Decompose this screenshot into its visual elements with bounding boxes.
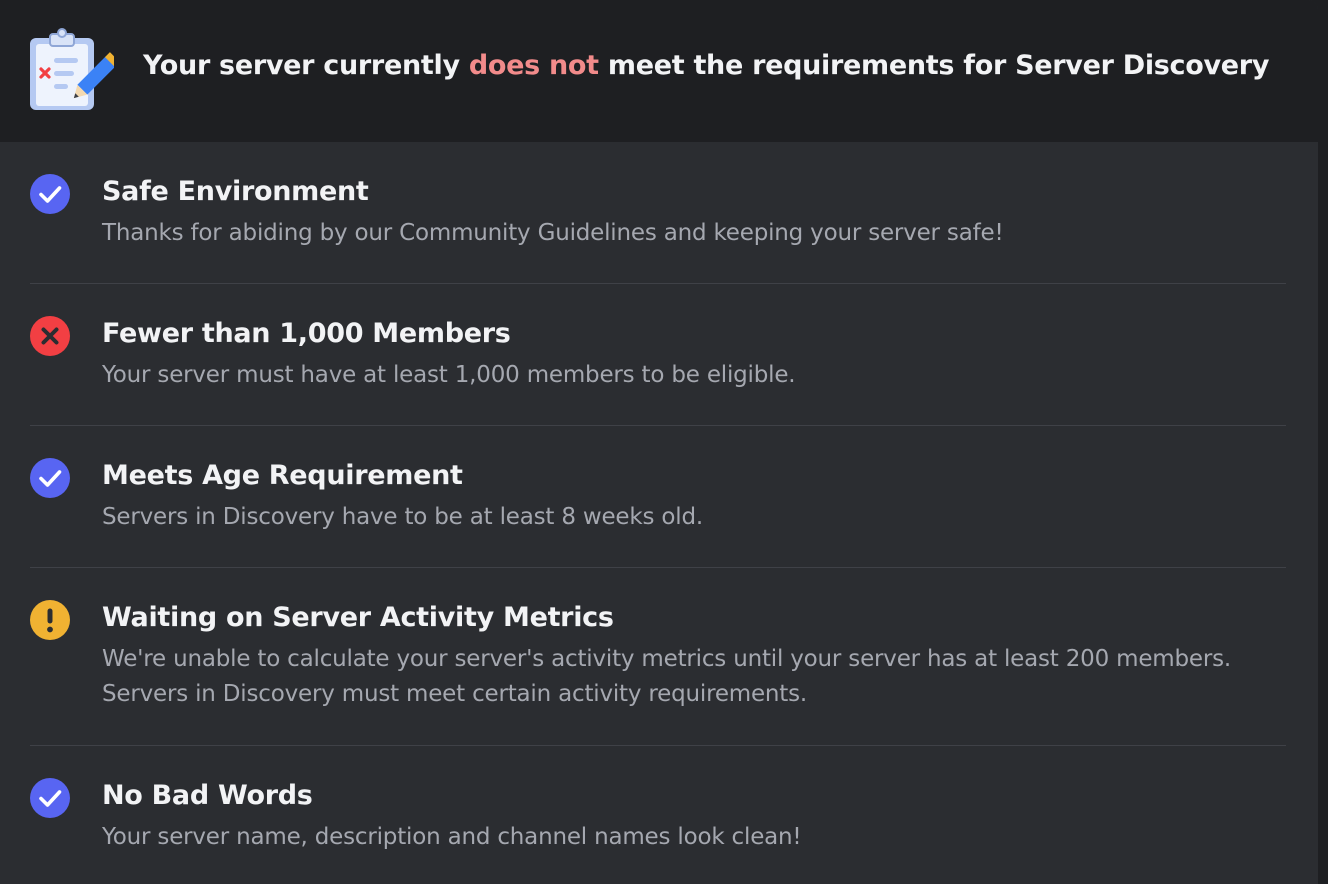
requirements-list: Safe Environment Thanks for abiding by o… <box>30 142 1286 884</box>
requirement-description: We're unable to calculate your server's … <box>102 646 1232 672</box>
requirements-status-title: Your server currently does not meet the … <box>143 50 1269 81</box>
requirement-description: Your server name, description and channe… <box>102 824 802 850</box>
title-suffix: meet the requirements for Server Discove… <box>598 50 1270 81</box>
requirement-description: Servers in Discovery have to be at least… <box>102 504 703 530</box>
check-circle-icon <box>30 778 70 818</box>
requirement-title: Safe Environment <box>102 176 369 207</box>
requirement-title: Waiting on Server Activity Metrics <box>102 602 614 633</box>
check-circle-icon <box>30 174 70 214</box>
requirement-description: Thanks for abiding by our Community Guid… <box>102 220 1004 246</box>
x-circle-icon <box>30 316 70 356</box>
clipboard-checklist-icon <box>30 28 114 110</box>
requirement-title: No Bad Words <box>102 780 313 811</box>
title-prefix: Your server currently <box>143 50 469 81</box>
check-circle-icon <box>30 458 70 498</box>
exclamation-circle-icon <box>30 600 70 640</box>
requirement-activity-metrics: Waiting on Server Activity Metrics We're… <box>30 568 1286 746</box>
discovery-requirements-panel: Your server currently does not meet the … <box>0 0 1318 884</box>
requirement-no-bad-words: No Bad Words Your server name, descripti… <box>30 746 1286 884</box>
requirement-member-count: Fewer than 1,000 Members Your server mus… <box>30 284 1286 426</box>
requirement-server-age: Meets Age Requirement Servers in Discove… <box>30 426 1286 568</box>
requirement-title: Fewer than 1,000 Members <box>102 318 511 349</box>
requirement-title: Meets Age Requirement <box>102 460 463 491</box>
title-negation: does not <box>468 50 599 81</box>
requirement-description-line2: Servers in Discovery must meet certain a… <box>102 681 808 707</box>
requirement-description: Your server must have at least 1,000 mem… <box>102 362 796 388</box>
requirements-header: Your server currently does not meet the … <box>0 0 1318 142</box>
requirement-safe-environment: Safe Environment Thanks for abiding by o… <box>30 142 1286 284</box>
